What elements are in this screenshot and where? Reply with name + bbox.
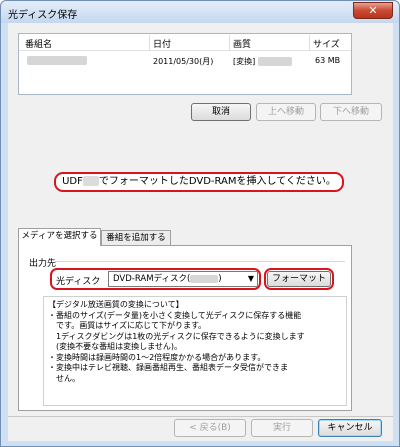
size-cell: 63 MB bbox=[315, 56, 341, 65]
title-bar[interactable]: 光ディスク保存 ✕ bbox=[1, 1, 399, 23]
quality-cell: [変換] bbox=[233, 56, 292, 67]
tab-panel-select-media: 出力先 光ディスク DVD-RAMディスク() ▼ フォーマット 【デジタル放送… bbox=[18, 245, 352, 411]
close-button[interactable]: ✕ bbox=[353, 2, 393, 19]
move-down-button[interactable]: 下へ移動 bbox=[320, 103, 382, 121]
close-icon: ✕ bbox=[368, 4, 378, 17]
tab-add-program[interactable]: 番組を追加する bbox=[101, 230, 171, 246]
tab-select-media[interactable]: メディアを選択する bbox=[18, 228, 101, 246]
drive-select[interactable]: DVD-RAMディスク() ▼ bbox=[108, 271, 258, 287]
column-header-quality[interactable]: 画質 bbox=[233, 37, 251, 50]
back-button[interactable]: < 戻る(B) bbox=[174, 419, 246, 437]
chevron-down-icon: ▼ bbox=[247, 274, 254, 283]
conversion-notice: 【デジタル放送画質の変換について】 ・番組のサイズ(データ量)を小さく変換して光… bbox=[43, 296, 347, 406]
insert-disc-instruction: UDF でフォーマットしたDVD-RAMを挿入してください。 bbox=[54, 172, 344, 192]
remove-button[interactable]: 取消 bbox=[191, 103, 251, 121]
dialog-client-area: 番組名 日付 画質 サイズ 2011/05/30(月) [変換] 63 MB 取… bbox=[8, 23, 393, 441]
column-header-date[interactable]: 日付 bbox=[153, 37, 171, 50]
window-title: 光ディスク保存 bbox=[8, 10, 78, 21]
dialog-window: 光ディスク保存 ✕ 番組名 日付 画質 サイズ 2011/05/30(月) [変… bbox=[0, 0, 400, 447]
output-group-label: 出力先 bbox=[29, 259, 57, 269]
column-header-size[interactable]: サイズ bbox=[313, 37, 340, 50]
move-up-button[interactable]: 上へ移動 bbox=[256, 103, 316, 121]
format-button[interactable]: フォーマット bbox=[267, 271, 331, 287]
drive-label: 光ディスク bbox=[56, 277, 101, 287]
date-cell: 2011/05/30(月) bbox=[153, 57, 214, 66]
program-name-cell bbox=[27, 56, 87, 65]
column-header-title[interactable]: 番組名 bbox=[25, 37, 52, 50]
program-list[interactable]: 番組名 日付 画質 サイズ 2011/05/30(月) [変換] 63 MB bbox=[18, 33, 352, 95]
cancel-button[interactable]: キャンセル bbox=[318, 419, 382, 437]
list-header: 番組名 日付 画質 サイズ bbox=[19, 34, 351, 51]
execute-button[interactable]: 実行 bbox=[251, 419, 313, 437]
table-row[interactable]: 2011/05/30(月) [変換] 63 MB bbox=[19, 54, 351, 69]
